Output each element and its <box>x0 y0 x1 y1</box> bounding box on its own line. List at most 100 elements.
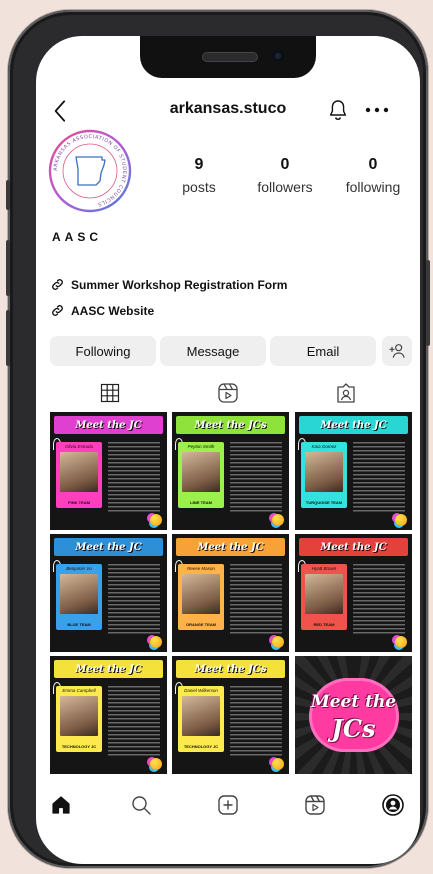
profile-nav-icon <box>382 794 404 816</box>
phone-frame: arkansas.stuco ARKANSAS ASSOCIATION OF S… <box>6 10 430 868</box>
post-photo-card: Olivia Estrada PINK TEAM <box>56 442 102 508</box>
message-button[interactable]: Message <box>160 336 266 366</box>
bell-icon[interactable] <box>326 98 350 122</box>
nav-home[interactable] <box>46 790 76 820</box>
power-button <box>426 260 430 346</box>
post-photo-card: Reese Mason ORANGE TEAM <box>178 564 224 630</box>
post-title: Meet the JC <box>299 538 408 556</box>
post-title: Meet the JCs <box>176 660 285 678</box>
post-photo-card: Daniel Wilkerson TECHNOLOGY JC <box>178 686 224 752</box>
smiley-sticker <box>272 636 284 648</box>
featured-line-2: JCs <box>331 714 376 743</box>
post-team-label: TURQUOISE TEAM <box>305 500 343 505</box>
post-person-name: Hyatt Brown <box>311 566 337 571</box>
link-icon <box>52 279 63 290</box>
search-icon <box>132 796 151 815</box>
email-button[interactable]: Email <box>270 336 376 366</box>
post-tile[interactable]: Meet the JC Hyatt Brown RED TEAM <box>295 534 412 652</box>
post-title: Meet the JC <box>299 416 408 434</box>
post-team-label: ORANGE TEAM <box>186 622 216 627</box>
bio-link-website[interactable]: AASC Website <box>50 303 154 318</box>
mute-switch <box>6 180 10 210</box>
nav-reels[interactable] <box>300 790 330 820</box>
nav-profile[interactable] <box>378 790 408 820</box>
smiley-sticker <box>272 758 284 770</box>
volume-up-button <box>6 240 10 296</box>
post-person-name: Daniel Wilkerson <box>184 688 218 693</box>
profile-avatar[interactable]: ARKANSAS ASSOCIATION OF STUDENT COUNCILS <box>48 129 132 213</box>
post-photo <box>182 452 220 492</box>
post-title: Meet the JC <box>54 416 163 434</box>
post-tile[interactable]: Meet the JC Emma Campbell TECHNOLOGY JC <box>50 656 167 774</box>
post-person-name: Benjamin Vu <box>66 566 92 571</box>
posts-count: 9 <box>194 156 204 173</box>
post-tile[interactable]: Meet the JC Reese Mason ORANGE TEAM <box>172 534 289 652</box>
smiley-sticker <box>150 636 162 648</box>
smiley-sticker <box>395 514 407 526</box>
tab-grid[interactable] <box>46 378 174 408</box>
post-photo <box>305 574 343 614</box>
bio-link-registration[interactable]: Summer Workshop Registration Form <box>50 277 287 292</box>
stat-posts[interactable]: 9 posts <box>154 156 244 195</box>
post-photo-card: Benjamin Vu BLUE TEAM <box>56 564 102 630</box>
post-team-label: RED TEAM <box>313 622 335 627</box>
nav-search[interactable] <box>126 790 156 820</box>
post-tile[interactable]: Meet the JCs Daniel Wilkerson TECHNOLOGY… <box>172 656 289 774</box>
more-options-icon[interactable] <box>362 98 392 122</box>
post-body-text <box>353 442 405 514</box>
aasc-logo: ARKANSAS ASSOCIATION OF STUDENT COUNCILS <box>48 129 132 213</box>
smiley-sticker <box>272 514 284 526</box>
notch <box>140 36 316 78</box>
post-person-name: Peyton Smith <box>187 444 215 449</box>
nav-create[interactable] <box>213 790 243 820</box>
stat-followers[interactable]: 0 followers <box>240 156 330 195</box>
followers-count: 0 <box>280 156 290 173</box>
add-person-button[interactable] <box>382 336 412 366</box>
post-photo <box>60 452 98 492</box>
stat-following[interactable]: 0 following <box>328 156 418 195</box>
post-tile-featured[interactable]: Meet the JCs <box>295 656 412 774</box>
tab-reels[interactable] <box>164 378 292 408</box>
post-tile[interactable]: Meet the JC Kaia Gomez TURQUOISE TEAM <box>295 412 412 530</box>
post-title: Meet the JC <box>54 538 163 556</box>
post-person-name: Kaia Gomez <box>311 444 337 449</box>
speaker <box>202 52 258 62</box>
volume-down-button <box>6 310 10 366</box>
tab-tagged[interactable] <box>282 378 410 408</box>
following-count: 0 <box>368 156 378 173</box>
profile-tabs <box>36 378 420 408</box>
post-photo-card: Hyatt Brown RED TEAM <box>301 564 347 630</box>
bio-link-label: AASC Website <box>71 303 155 318</box>
bottom-navigation <box>36 786 420 826</box>
post-body-text <box>230 442 282 514</box>
post-grid: Meet the JC Olivia Estrada PINK TEAM Mee… <box>50 412 412 774</box>
profile-header-bar: arkansas.stuco <box>36 96 420 126</box>
post-tile[interactable]: Meet the JCs Peyton Smith LIME TEAM <box>172 412 289 530</box>
post-photo <box>60 696 98 736</box>
reels-icon <box>218 383 238 403</box>
post-tile[interactable]: Meet the JC Benjamin Vu BLUE TEAM <box>50 534 167 652</box>
create-icon <box>218 795 238 815</box>
post-team-label: BLUE TEAM <box>67 622 91 627</box>
reels-nav-icon <box>305 795 325 815</box>
post-team-label: LIME TEAM <box>190 500 212 505</box>
post-body-text <box>230 686 282 758</box>
svg-text:ARKANSAS ASSOCIATION OF STUDEN: ARKANSAS ASSOCIATION OF STUDENT COUNCILS <box>53 134 127 207</box>
post-photo-card: Emma Campbell TECHNOLOGY JC <box>56 686 102 752</box>
post-body-text <box>108 564 160 636</box>
post-body-text <box>230 564 282 636</box>
front-camera <box>272 50 284 62</box>
post-tile[interactable]: Meet the JC Olivia Estrada PINK TEAM <box>50 412 167 530</box>
following-label: following <box>345 179 401 195</box>
post-person-name: Olivia Estrada <box>64 444 93 449</box>
post-photo <box>60 574 98 614</box>
post-team-label: TECHNOLOGY JC <box>61 744 97 749</box>
add-person-icon <box>389 344 405 358</box>
post-team-label: TECHNOLOGY JC <box>183 744 219 749</box>
featured-line-1: Meet the <box>310 692 397 712</box>
grid-icon <box>100 383 120 403</box>
post-title: Meet the JCs <box>176 416 285 434</box>
post-person-name: Reese Mason <box>187 566 215 571</box>
following-button[interactable]: Following <box>50 336 156 366</box>
post-photo <box>182 696 220 736</box>
